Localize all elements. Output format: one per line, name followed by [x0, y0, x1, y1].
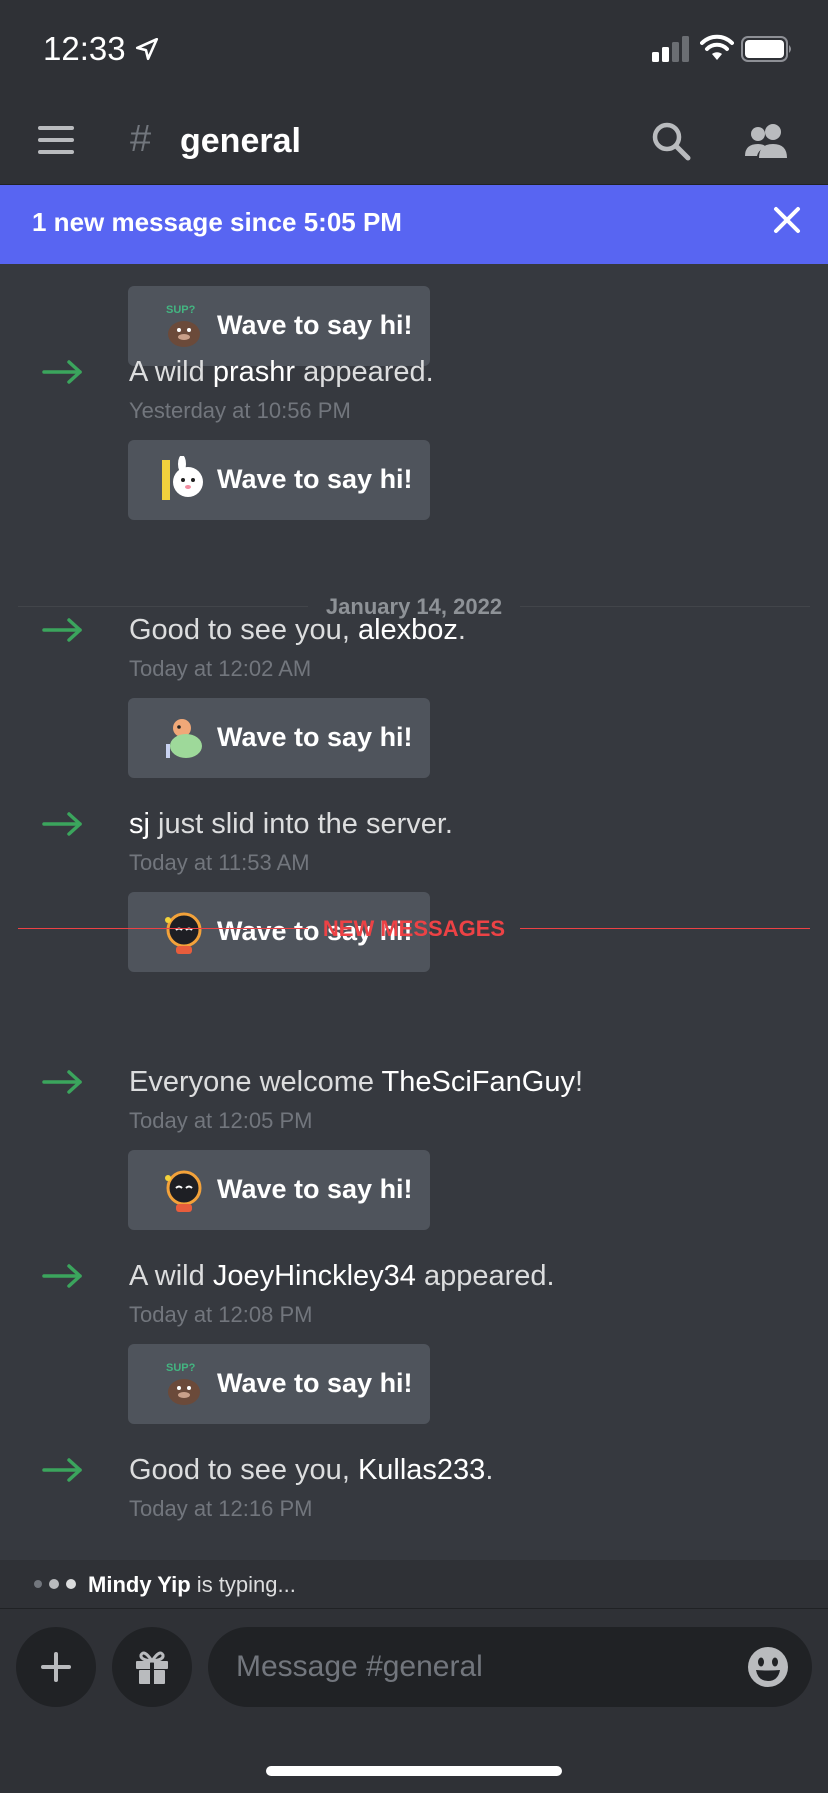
battery-icon [741, 36, 791, 62]
typing-dots-icon [34, 1579, 76, 1589]
join-arrow-icon [42, 1264, 82, 1288]
message-timestamp: Today at 11:53 AM [129, 850, 310, 875]
channel-hash-icon: # [130, 118, 152, 160]
message-feed[interactable]: SUP? Wave to say hi! A wild prashr appea… [0, 264, 828, 1560]
add-attachment-button[interactable] [16, 1627, 96, 1707]
svg-text:SUP?: SUP? [166, 1362, 196, 1374]
emoji-icon[interactable] [746, 1645, 790, 1689]
home-indicator[interactable] [266, 1766, 562, 1776]
sup-walrus-sticker-icon: SUP? [166, 304, 200, 347]
message-input[interactable] [208, 1627, 812, 1707]
menu-icon-bar [38, 150, 74, 154]
username-link[interactable]: TheSciFanGuy [382, 1066, 575, 1098]
peeking-bunny-sticker-icon [162, 456, 203, 500]
message-timestamp: Today at 12:02 AM [129, 656, 312, 681]
join-arrow-icon [42, 812, 82, 836]
menu-icon-bar [38, 138, 74, 142]
location-arrow-icon [135, 37, 159, 61]
wave-button[interactable]: Wave to say hi! [128, 440, 430, 520]
message-timestamp: Yesterday at 10:56 PM [129, 398, 351, 423]
new-messages-divider: NEW MESSAGES [18, 912, 810, 944]
gift-icon [136, 1651, 168, 1684]
wave-button[interactable]: Wave to say hi! [128, 1150, 430, 1230]
wave-button-label: Wave to say hi! [217, 1368, 413, 1398]
join-message-text: A wild JoeyHinckley34 appeared. [129, 1260, 555, 1292]
join-arrow-icon [42, 1070, 82, 1094]
typing-text: Mindy Yip is typing... [88, 1572, 296, 1597]
typing-username: Mindy Yip [88, 1572, 191, 1597]
typing-indicator: Mindy Yip is typing... [0, 1560, 828, 1608]
status-time: 12:33 [43, 30, 126, 67]
join-message: A wild JoeyHinckley34 appeared. Today at… [0, 1248, 828, 1428]
status-bar: 12:33 [0, 0, 828, 100]
message-timestamp: Today at 12:08 PM [129, 1302, 313, 1327]
join-message-text: Everyone welcome TheSciFanGuy! [129, 1066, 584, 1098]
new-messages-banner[interactable]: 1 new message since 5:05 PM [0, 185, 828, 264]
menu-icon-bar [38, 126, 74, 130]
gift-button[interactable] [112, 1627, 192, 1707]
members-icon[interactable] [742, 120, 792, 162]
join-message-text: A wild prashr appeared. [129, 356, 434, 388]
username-link[interactable]: JoeyHinckley34 [213, 1260, 416, 1292]
username-link[interactable]: alexboz [358, 614, 458, 646]
close-icon[interactable] [772, 205, 802, 235]
message-timestamp: Today at 12:16 PM [129, 1496, 313, 1521]
message-timestamp: Today at 12:05 PM [129, 1108, 313, 1133]
username-link[interactable]: Kullas233 [358, 1454, 485, 1486]
username-link[interactable]: prashr [213, 356, 295, 388]
channel-header: # general [0, 100, 828, 185]
join-message: sj just slid into the server. Today at 1… [0, 796, 828, 976]
join-arrow-icon [42, 618, 82, 642]
new-messages-banner-text: 1 new message since 5:05 PM [32, 207, 402, 237]
bird-sticker-icon [166, 719, 202, 758]
join-message-text: sj just slid into the server. [129, 808, 453, 840]
join-message: Good to see you, alexboz. Today at 12:02… [0, 602, 828, 782]
robot-sticker-icon [165, 1170, 202, 1212]
wave-button[interactable]: SUP? Wave to say hi! [128, 1344, 430, 1424]
channel-title: general [180, 122, 301, 160]
join-arrow-icon [42, 360, 82, 384]
wave-button-label: Wave to say hi! [217, 722, 413, 752]
join-message-text: Good to see you, alexboz. [129, 614, 466, 646]
plus-icon [41, 1652, 71, 1682]
join-message: Good to see you, Kullas233. Today at 12:… [0, 1442, 828, 1560]
join-arrow-icon [42, 1458, 82, 1482]
wave-button-label: Wave to say hi! [217, 464, 413, 494]
cellular-signal-icon [652, 36, 689, 62]
svg-text:SUP?: SUP? [166, 304, 196, 316]
menu-button[interactable] [38, 126, 74, 156]
new-messages-divider-label: NEW MESSAGES [322, 916, 506, 941]
wave-button[interactable]: Wave to say hi! [128, 698, 430, 778]
join-message-text: Good to see you, Kullas233. [129, 1454, 494, 1486]
wifi-icon [700, 34, 734, 60]
wave-button-label: Wave to say hi! [217, 1174, 413, 1204]
sup-walrus-sticker-icon: SUP? [166, 1362, 200, 1405]
join-message: A wild prashr appeared. Yesterday at 10:… [0, 344, 828, 524]
join-message: Everyone welcome TheSciFanGuy! Today at … [0, 1054, 828, 1234]
username-link[interactable]: sj [129, 808, 150, 840]
search-icon[interactable] [650, 120, 692, 162]
wave-button-label: Wave to say hi! [217, 310, 413, 340]
